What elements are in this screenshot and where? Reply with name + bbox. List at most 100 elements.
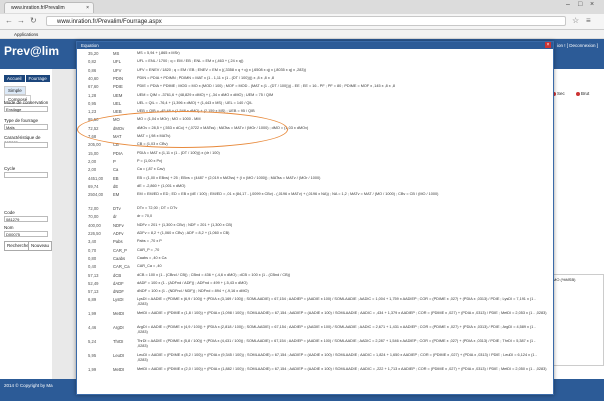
nom-input[interactable]: D00075	[4, 231, 48, 237]
equation-value: 0,70	[88, 247, 97, 253]
equation-value: 4451,00	[88, 175, 104, 181]
equation-code: Caabs	[113, 255, 126, 261]
equation-code: dCB	[113, 272, 122, 278]
highlight-ellipse	[77, 111, 288, 148]
forward-icon[interactable]: →	[17, 16, 25, 25]
dialog-close-icon[interactable]: ×	[545, 42, 551, 48]
equation-value: 205,00	[88, 142, 101, 148]
code-label: Code	[4, 210, 15, 215]
equation-code: UFL	[113, 59, 121, 65]
dialog-titlebar: Equation ×	[77, 42, 553, 49]
equation-code: Ca	[113, 167, 119, 173]
equation-formula: ArgDI = AADIE = (PDIME x (4,9 / 100)) + …	[137, 325, 536, 335]
bookmarks-bar: Applications	[0, 30, 604, 39]
equation-value: 1,99	[88, 367, 97, 373]
radio-brut[interactable]: Brut	[576, 91, 589, 96]
equation-formula: dNDF = 100 x (1 - (NDFnd / NDF)) ; NDFnd…	[137, 289, 249, 294]
equation-formula: PDIA = MAT x (1,11 x (1 - (DT / 100))) x…	[137, 150, 220, 155]
equation-formula: MetDI = AADIE = (PDIME x (1,8 / 100)) + …	[137, 311, 547, 316]
equation-formula: UFV = ENEV / 1820 ; q = EM / EB ; ENEV =…	[137, 67, 307, 72]
equation-value: 72,00	[88, 206, 99, 212]
back-icon[interactable]: ←	[5, 16, 13, 25]
equation-formula: Ca = (,87 x Cav)	[137, 167, 165, 172]
equation-value: 5,24	[88, 339, 97, 345]
menu-icon[interactable]: ≡	[586, 16, 591, 25]
equation-value: 0,80	[88, 255, 97, 261]
reload-icon[interactable]: ↻	[30, 16, 37, 25]
tab-fourrage[interactable]: Fourrage	[25, 75, 50, 82]
equation-formula: CAR_P = ,70	[137, 247, 160, 252]
equation-value: 35,20	[88, 51, 99, 56]
equation-value: 0,95	[88, 100, 97, 106]
cycle-select[interactable]	[4, 172, 48, 178]
equation-value: 5,95	[88, 353, 97, 359]
equation-code: Pabs	[113, 239, 123, 245]
equation-value: 1,23	[88, 109, 97, 115]
nom-label: Nom	[4, 225, 14, 230]
equation-code: dNDF	[113, 289, 124, 295]
equation-value: 40,60	[88, 75, 99, 81]
maximize-icon[interactable]: □	[578, 1, 582, 8]
subtab-simple[interactable]: Simple	[4, 86, 26, 95]
equation-code: ThrDI	[113, 339, 124, 345]
browser-tab[interactable]: www.inration.fr/Prevalim ×	[4, 2, 94, 13]
equation-code: dr	[113, 214, 117, 220]
equation-value: 57,13	[88, 272, 99, 278]
window-close-icon[interactable]: ×	[590, 1, 594, 8]
equation-value: 69,74	[88, 183, 99, 189]
equation-value: 2,00	[88, 158, 97, 164]
equation-code: EM	[113, 192, 120, 198]
new-button[interactable]: Nouveau	[28, 241, 53, 251]
equation-value: 1,99	[88, 311, 97, 317]
equation-code: MetDI	[113, 367, 125, 373]
carac-select[interactable]	[4, 142, 48, 148]
tab-accueil[interactable]: Accueil	[4, 75, 25, 82]
equation-code: ADFv	[113, 231, 124, 236]
criteria-item[interactable]: MO (%MSB)	[553, 277, 575, 282]
equation-formula: PDIN = PDIA + PDIMN ; PDIMN = MAT x (1 -…	[137, 75, 274, 80]
code-input[interactable]: 081279	[4, 216, 48, 222]
equation-formula: MetDI = AADIE = (PDIME x (2,0 / 100)) + …	[137, 367, 547, 372]
equation-formula: dADF = 100 x (1 - (ADFnd / ADF)) ; ADFnd…	[137, 280, 248, 285]
equation-value: 52,49	[88, 280, 99, 286]
equation-formula: DTv = 72,00 ; DT = DTv	[137, 206, 178, 211]
equation-formula: NDFv = 201 + (1,300 x CBv) ; NDF = 201 +…	[137, 222, 233, 227]
equation-formula: LysDI = AADIE = (PDIME x (6,9 / 100)) + …	[137, 297, 536, 307]
left-panel: Accueil Fourrage SimpleComposé Mode de co…	[0, 69, 53, 379]
equation-formula: UEL = QIL = -76,4 + (1,396 x dMO) + (1,4…	[137, 100, 253, 105]
equation-code: UEL	[113, 100, 122, 106]
equation-code: CAR_Ca	[113, 264, 130, 270]
mode-select[interactable]: Ensilage	[4, 106, 48, 112]
radio-dot-icon	[576, 91, 580, 96]
right-panel: Sec Brut MO (%MSB)	[548, 69, 604, 379]
equation-formula: ADFv = 8,2 + (1,060 x CBv) ; ADF = 8,2 +…	[137, 231, 230, 235]
equation-code: dE	[113, 183, 119, 189]
equation-code: PDIE	[113, 84, 123, 90]
bookmark-apps[interactable]: Applications	[14, 32, 38, 37]
equation-formula: UFL = ENL / 1700 ; q = EM / EB ; ENL = E…	[137, 59, 244, 64]
header-user-links[interactable]: ion ! [ Deconnexion ]	[557, 43, 598, 48]
equation-value: 57,13	[88, 289, 99, 295]
address-bar[interactable]: www.inration.fr/Prevalim/Fourrage.aspx	[46, 16, 566, 26]
equation-value: 67,60	[88, 84, 99, 90]
equation-formula: dE = -2,860 + (1,001 x dMO)	[137, 183, 186, 188]
copyright-text: 2014 © Copyright by Ma	[4, 383, 53, 388]
equation-value: 2504,00	[88, 192, 104, 198]
equation-code: UFV	[113, 67, 122, 73]
equation-value: 0,86	[88, 67, 97, 73]
equation-code: LysDI	[113, 297, 124, 303]
type-select[interactable]: Maïs	[4, 124, 48, 130]
equation-formula: MS = 5,94 + (,865 x MSr)	[137, 51, 180, 55]
close-tab-icon[interactable]: ×	[86, 3, 89, 14]
equation-value: 400,00	[88, 222, 101, 228]
equation-formula: Caabs = ,40 x Ca	[137, 255, 167, 260]
equation-formula: P = (1,00 x Pv)	[137, 158, 163, 163]
star-icon[interactable]: ☆	[572, 16, 579, 25]
equation-value: 15,00	[88, 150, 99, 156]
equation-value: 1,28	[88, 92, 97, 98]
equation-formula: CAR_Ca = ,40	[137, 264, 162, 269]
minimize-icon[interactable]: –	[566, 1, 570, 8]
criteria-list[interactable]: MO (%MSB)	[550, 274, 604, 366]
equation-formula: Pabs = ,70 x P	[137, 239, 162, 244]
equation-code: EB	[113, 175, 119, 181]
